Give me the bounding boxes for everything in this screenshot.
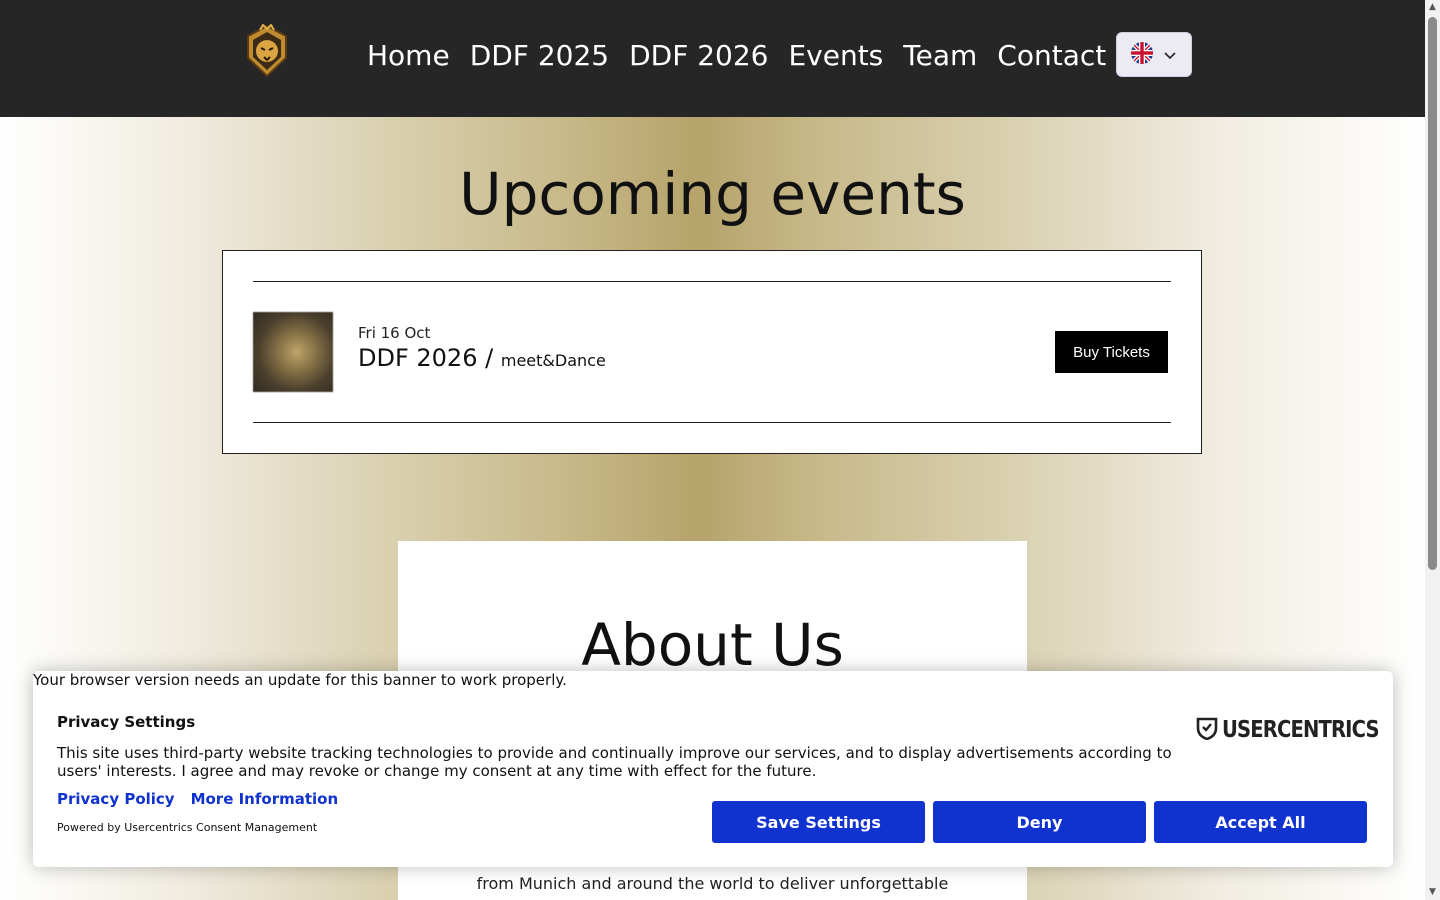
nav-team[interactable]: Team bbox=[893, 39, 987, 72]
nav-home[interactable]: Home bbox=[357, 39, 460, 72]
uk-flag-icon bbox=[1131, 41, 1153, 68]
nav-events[interactable]: Events bbox=[778, 39, 893, 72]
browser-warning: Your browser version needs an update for… bbox=[33, 671, 567, 689]
consent-banner: Your browser version needs an update for… bbox=[33, 671, 1393, 867]
scroll-down-icon[interactable]: ▼ bbox=[1425, 885, 1440, 900]
scrollbar-thumb[interactable] bbox=[1428, 17, 1437, 570]
divider bbox=[253, 422, 1171, 423]
deny-button[interactable]: Deny bbox=[933, 801, 1146, 843]
shield-icon bbox=[1196, 716, 1218, 744]
consent-body: This site uses third-party website track… bbox=[57, 744, 1172, 780]
accept-all-button[interactable]: Accept All bbox=[1154, 801, 1367, 843]
about-text: from Munich and around the world to deli… bbox=[476, 874, 949, 893]
upcoming-events-title: Upcoming events bbox=[459, 160, 966, 228]
event-venue: meet&Dance bbox=[500, 351, 606, 370]
buy-tickets-button[interactable]: Buy Tickets bbox=[1055, 331, 1168, 373]
privacy-policy-link[interactable]: Privacy Policy bbox=[57, 790, 175, 808]
nav-ddf-2025[interactable]: DDF 2025 bbox=[460, 39, 619, 72]
event-date: Fri 16 Oct bbox=[358, 324, 431, 342]
site-header: Home DDF 2025 DDF 2026 Events Team Conta… bbox=[0, 0, 1425, 117]
usercentrics-wordmark: USERCENTRICS bbox=[1222, 717, 1380, 743]
consent-heading: Privacy Settings bbox=[57, 713, 196, 731]
main-nav: Home DDF 2025 DDF 2026 Events Team Conta… bbox=[357, 34, 1116, 76]
event-list: Fri 16 Oct DDF 2026 / meet&Dance Buy Tic… bbox=[222, 250, 1202, 454]
lion-logo[interactable] bbox=[242, 23, 292, 78]
chevron-down-icon bbox=[1163, 45, 1177, 64]
usercentrics-logo: USERCENTRICS bbox=[1196, 716, 1406, 744]
save-settings-button[interactable]: Save Settings bbox=[712, 801, 925, 843]
divider bbox=[253, 281, 1171, 282]
about-title: About Us bbox=[581, 611, 844, 679]
page-scrollbar[interactable]: ▲ ▼ bbox=[1425, 0, 1440, 900]
language-selector[interactable] bbox=[1116, 32, 1192, 77]
nav-ddf-2026[interactable]: DDF 2026 bbox=[619, 39, 778, 72]
event-separator: / bbox=[485, 344, 494, 372]
event-thumbnail[interactable] bbox=[253, 312, 333, 392]
more-information-link[interactable]: More Information bbox=[191, 790, 339, 808]
nav-contact[interactable]: Contact bbox=[987, 39, 1116, 72]
powered-by: Powered by Usercentrics Consent Manageme… bbox=[57, 821, 318, 834]
scroll-up-icon[interactable]: ▲ bbox=[1425, 0, 1440, 15]
consent-links: Privacy Policy More Information bbox=[57, 790, 338, 808]
event-name: DDF 2026 bbox=[358, 344, 478, 372]
event-title[interactable]: DDF 2026 / meet&Dance bbox=[358, 344, 606, 372]
